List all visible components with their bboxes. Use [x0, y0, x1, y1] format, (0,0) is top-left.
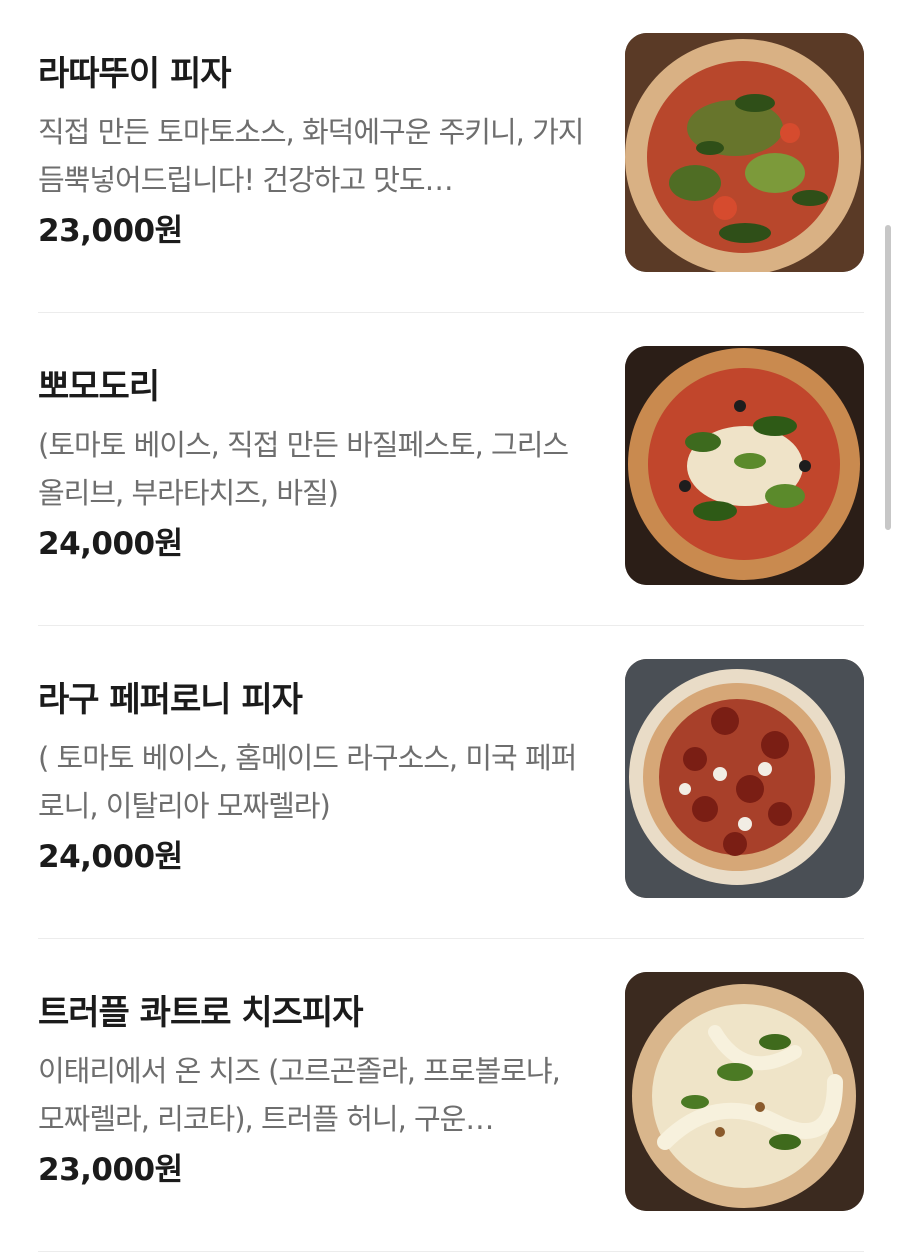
menu-item-price: 24,000원 [38, 839, 183, 875]
menu-item-name: 라구 페퍼로니 피자 [38, 680, 303, 720]
menu-item-name: 트러플 콰트로 치즈피자 [38, 993, 363, 1033]
menu-item[interactable]: 라구 페퍼로니 피자 ( 토마토 베이스, 홈메이드 라구소스, 미국 페퍼로니… [38, 626, 864, 939]
menu-item-photo[interactable] [625, 33, 864, 272]
menu-item-info: 뽀모도리 (토마토 베이스, 직접 만든 바질페스토, 그리스 올리브, 부라타… [38, 363, 593, 567]
menu-item-photo[interactable] [625, 659, 864, 898]
menu-item-description: 직접 만든 토마토소스, 화덕에구운 주키니, 가지 듬뿍넣어드립니다! 건강하… [38, 115, 584, 197]
menu-item-description: ( 토마토 베이스, 홈메이드 라구소스, 미국 페퍼로니, 이탈리아 모짜렐라… [38, 741, 577, 823]
menu-item-photo[interactable] [625, 972, 864, 1211]
menu-item-photo[interactable] [625, 346, 864, 585]
menu-item-price: 23,000원 [38, 1152, 183, 1188]
menu-item-name: 뽀모도리 [38, 367, 160, 407]
menu-item-info: 트러플 콰트로 치즈피자 이태리에서 온 치즈 (고르곤졸라, 프로볼로냐, 모… [38, 989, 593, 1193]
menu-item-description: 이태리에서 온 치즈 (고르곤졸라, 프로볼로냐, 모짜렐라, 리코타), 트러… [38, 1054, 561, 1136]
menu-item-info: 라따뚜이 피자 직접 만든 토마토소스, 화덕에구운 주키니, 가지 듬뿍넣어드… [38, 50, 593, 254]
menu-list: 라따뚜이 피자 직접 만든 토마토소스, 화덕에구운 주키니, 가지 듬뿍넣어드… [38, 0, 864, 1252]
menu-item[interactable]: 라따뚜이 피자 직접 만든 토마토소스, 화덕에구운 주키니, 가지 듬뿍넣어드… [38, 0, 864, 313]
menu-item-name: 라따뚜이 피자 [38, 54, 232, 94]
menu-page: 라따뚜이 피자 직접 만든 토마토소스, 화덕에구운 주키니, 가지 듬뿍넣어드… [0, 0, 900, 1257]
menu-item[interactable]: 트러플 콰트로 치즈피자 이태리에서 온 치즈 (고르곤졸라, 프로볼로냐, 모… [38, 939, 864, 1252]
menu-item-info: 라구 페퍼로니 피자 ( 토마토 베이스, 홈메이드 라구소스, 미국 페퍼로니… [38, 676, 593, 880]
menu-item[interactable]: 뽀모도리 (토마토 베이스, 직접 만든 바질페스토, 그리스 올리브, 부라타… [38, 313, 864, 626]
scrollbar[interactable] [885, 225, 891, 530]
menu-item-price: 23,000원 [38, 213, 183, 249]
menu-item-price: 24,000원 [38, 526, 183, 562]
menu-item-description: (토마토 베이스, 직접 만든 바질페스토, 그리스 올리브, 부라타치즈, 바… [38, 428, 569, 510]
